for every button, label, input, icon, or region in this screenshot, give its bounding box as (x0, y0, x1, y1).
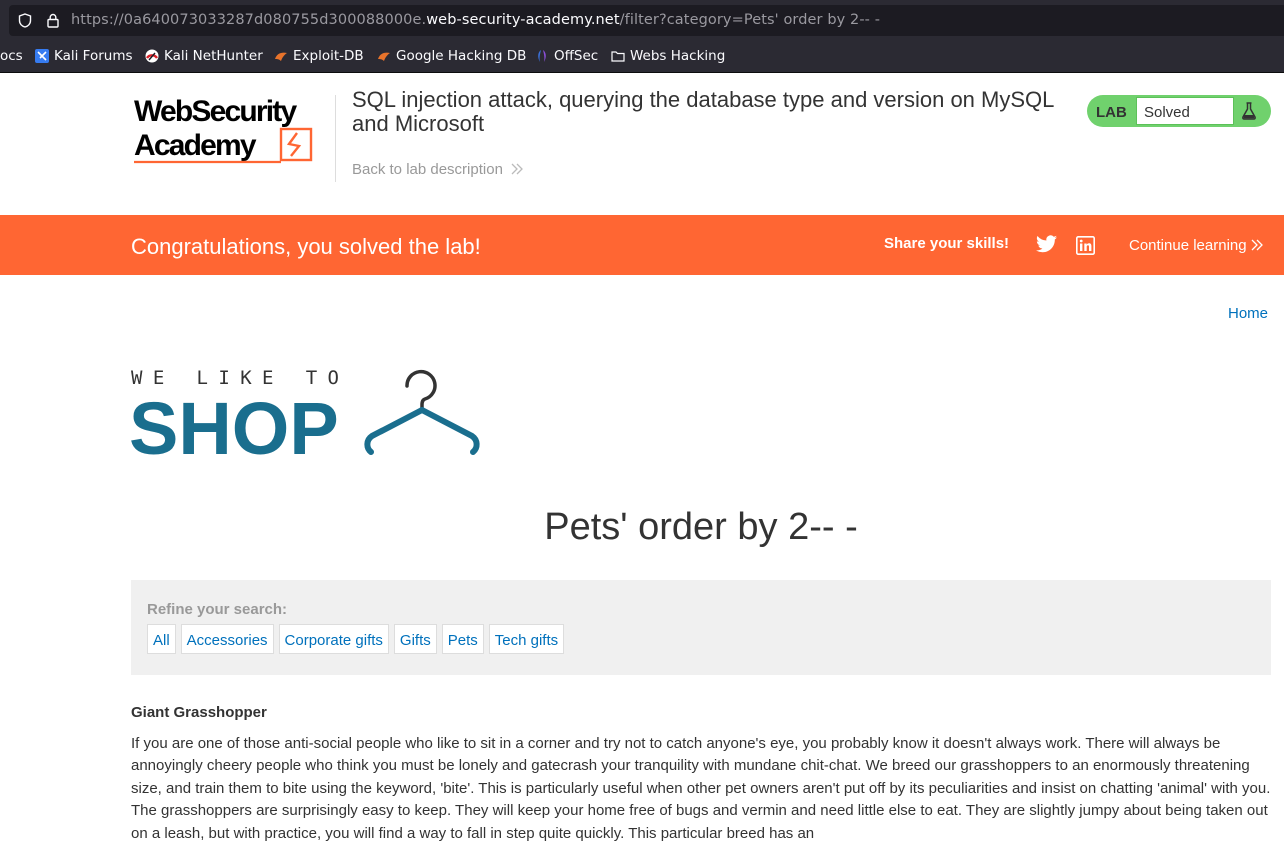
folder-icon (611, 51, 625, 62)
bookmark-label: Webs Hacking (630, 48, 726, 64)
url-text[interactable]: https://0a640073033287d080755d300088000e… (71, 12, 880, 28)
continue-learning-link[interactable]: Continue learning (1129, 237, 1263, 254)
browser-toolbar: https://0a640073033287d080755d300088000e… (0, 0, 1284, 42)
filter-tech-gifts[interactable]: Tech gifts (488, 624, 565, 654)
logo-line2: Academy (134, 129, 257, 162)
filter-all[interactable]: All (147, 624, 176, 654)
bookmark-label: OffSec (554, 48, 599, 64)
bookmarks-bar: ocs Kali Forums Kali NetHunter Exploit-D… (0, 42, 1284, 73)
kali-forums-icon (35, 49, 49, 63)
double-chevron-right-icon (1251, 239, 1263, 251)
product-name: Giant Grasshopper (131, 704, 267, 721)
ghdb-icon (378, 52, 390, 61)
bookmark-offsec[interactable]: OffSec (535, 48, 598, 64)
shop-logo-word: SHOP (131, 387, 339, 458)
bookmark-label: Exploit-DB (293, 48, 364, 64)
bookmark-label: ocs (0, 48, 23, 64)
bookmark-label: Kali NetHunter (164, 48, 263, 64)
url-domain: web-security-academy.net (426, 12, 620, 28)
bookmark-folder-webs-hacking[interactable]: Webs Hacking (611, 48, 725, 64)
we-like-to-shop-logo[interactable]: WE LIKE TO SHOP (131, 366, 483, 458)
product-description: If you are one of those anti-social peop… (131, 735, 1271, 842)
offsec-icon (538, 50, 546, 62)
exploit-db-icon (275, 52, 287, 61)
bookmark-exploit-db[interactable]: Exploit-DB (274, 48, 364, 64)
lock-icon[interactable] (46, 13, 60, 28)
url-bar[interactable]: https://0a640073033287d080755d300088000e… (9, 5, 1284, 36)
solved-banner: Congratulations, you solved the lab! Sha… (0, 215, 1284, 275)
flask-icon (1242, 102, 1256, 120)
bookmark-kali-forums[interactable]: Kali Forums (35, 48, 133, 64)
congratulations-message: Congratulations, you solved the lab! (131, 234, 481, 259)
shop-logo-tagline: WE LIKE TO (131, 367, 349, 389)
hanger-icon (364, 369, 480, 455)
lab-status-label: LAB (1096, 104, 1127, 121)
back-link-label: Back to lab description (352, 161, 503, 178)
home-link[interactable]: Home (1228, 305, 1268, 322)
continue-learning-label: Continue learning (1129, 237, 1247, 254)
lab-status-widget: LAB Solved (1087, 95, 1271, 127)
bookmark-label: Kali Forums (54, 48, 133, 64)
bookmark-google-hacking-db[interactable]: Google Hacking DB (377, 48, 526, 64)
twitter-icon[interactable] (1036, 235, 1057, 253)
bookmark-kali-nethunter[interactable]: Kali NetHunter (145, 48, 263, 64)
page-heading: Pets' order by 2-- - (544, 506, 858, 548)
share-skills-label: Share your skills! (884, 235, 1010, 252)
logo-line1: WebSecurity (134, 95, 297, 128)
category-filters: All Accessories Corporate gifts Gifts Pe… (147, 624, 565, 654)
bookmark-label: Google Hacking DB (396, 48, 527, 64)
url-path: /filter?category=Pets' order by 2-- - (619, 12, 881, 28)
filter-accessories[interactable]: Accessories (180, 624, 274, 654)
linkedin-icon[interactable] (1076, 236, 1095, 255)
bookmark-docs[interactable]: ocs (0, 48, 23, 64)
web-security-academy-logo[interactable]: WebSecurity Academy (131, 92, 336, 166)
refine-search-label: Refine your search: (147, 601, 288, 618)
lab-title: SQL injection attack, querying the datab… (352, 87, 1054, 136)
logo-divider (335, 95, 336, 182)
filter-corporate-gifts[interactable]: Corporate gifts (278, 624, 389, 654)
double-chevron-right-icon (511, 163, 523, 175)
filter-gifts[interactable]: Gifts (393, 624, 437, 654)
nethunter-icon (145, 49, 159, 63)
tracking-protection-icon[interactable] (18, 13, 32, 28)
back-to-lab-description-link[interactable]: Back to lab description (352, 161, 523, 178)
filter-pets[interactable]: Pets (441, 624, 484, 654)
lab-status-value: Solved (1136, 97, 1234, 125)
filter-section: Refine your search: All Accessories Corp… (131, 580, 1271, 675)
url-prefix: https://0a640073033287d080755d300088000e… (71, 12, 427, 28)
